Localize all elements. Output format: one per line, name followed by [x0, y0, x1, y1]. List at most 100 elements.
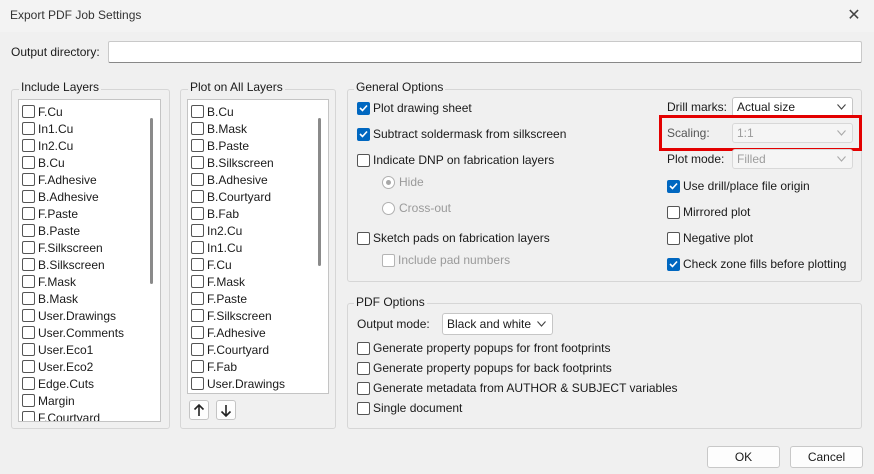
include-layer-item[interactable]: Margin: [22, 392, 75, 409]
include-layer-item[interactable]: F.Mask: [22, 273, 76, 290]
layer-checkbox[interactable]: [22, 275, 35, 288]
layer-checkbox[interactable]: [22, 258, 35, 271]
include-layer-item[interactable]: User.Eco2: [22, 358, 93, 375]
layer-checkbox[interactable]: [191, 275, 204, 288]
include-layer-item[interactable]: F.Silkscreen: [22, 239, 103, 256]
layer-checkbox[interactable]: [22, 377, 35, 390]
include-layer-item[interactable]: User.Drawings: [22, 307, 116, 324]
layer-checkbox[interactable]: [22, 173, 35, 186]
close-icon[interactable]: ✕: [844, 6, 864, 26]
layer-checkbox[interactable]: [191, 343, 204, 356]
include-layer-item[interactable]: B.Paste: [22, 222, 80, 239]
checkbox-box[interactable]: [667, 179, 680, 193]
checkbox-box[interactable]: [357, 101, 370, 115]
include-layer-item[interactable]: F.Courtyard: [22, 409, 100, 421]
checkbox-box[interactable]: [357, 341, 370, 355]
layer-checkbox[interactable]: [191, 377, 204, 390]
metadata-checkbox[interactable]: Generate metadata from AUTHOR & SUBJECT …: [357, 380, 678, 396]
layer-checkbox[interactable]: [191, 241, 204, 254]
checkbox-box[interactable]: [357, 127, 370, 141]
output-directory-input[interactable]: [108, 41, 862, 63]
checkbox-box[interactable]: [357, 231, 370, 245]
layer-checkbox[interactable]: [191, 258, 204, 271]
layer-checkbox[interactable]: [191, 105, 204, 118]
layer-checkbox[interactable]: [22, 105, 35, 118]
include-layer-item[interactable]: B.Adhesive: [22, 188, 99, 205]
layer-checkbox[interactable]: [191, 190, 204, 203]
include-layer-item[interactable]: F.Paste: [22, 205, 78, 222]
check-zone-fills-checkbox[interactable]: Check zone fills before plotting: [667, 256, 846, 272]
layer-checkbox[interactable]: [22, 139, 35, 152]
layer-checkbox[interactable]: [191, 360, 204, 373]
plot-all-layer-item[interactable]: B.Silkscreen: [191, 154, 274, 171]
ok-button[interactable]: OK: [707, 446, 780, 468]
checkbox-box[interactable]: [357, 401, 370, 415]
include-layer-item[interactable]: F.Cu: [22, 103, 63, 120]
checkbox-box[interactable]: [357, 153, 370, 167]
layer-checkbox[interactable]: [22, 326, 35, 339]
back-popups-checkbox[interactable]: Generate property popups for back footpr…: [357, 360, 612, 376]
checkbox-box[interactable]: [667, 257, 680, 271]
plot-all-layer-item[interactable]: B.Courtyard: [191, 188, 271, 205]
plot-all-layer-item[interactable]: F.Paste: [191, 290, 247, 307]
output-mode-select[interactable]: Black and white: [442, 313, 553, 335]
layer-checkbox[interactable]: [22, 241, 35, 254]
cancel-button[interactable]: Cancel: [790, 446, 863, 468]
layer-checkbox[interactable]: [22, 207, 35, 220]
include-layer-item[interactable]: User.Comments: [22, 324, 124, 341]
layer-checkbox[interactable]: [191, 292, 204, 305]
include-layer-item[interactable]: In2.Cu: [22, 137, 73, 154]
include-layers-list[interactable]: F.Cu In1.Cu In2.Cu B.Cu F.Adhesive B.Adhesive…: [18, 99, 161, 422]
layer-checkbox[interactable]: [191, 122, 204, 135]
plot-all-layer-item[interactable]: F.Courtyard: [191, 341, 269, 358]
plot-all-layer-item[interactable]: F.Silkscreen: [191, 307, 272, 324]
checkbox-box[interactable]: [382, 253, 395, 267]
mirrored-plot-checkbox[interactable]: Mirrored plot: [667, 204, 750, 220]
layer-checkbox[interactable]: [22, 394, 35, 407]
single-document-checkbox[interactable]: Single document: [357, 400, 462, 416]
layer-checkbox[interactable]: [22, 224, 35, 237]
include-layer-item[interactable]: User.Eco1: [22, 341, 93, 358]
subtract-soldermask-checkbox[interactable]: Subtract soldermask from silkscreen: [357, 126, 566, 142]
include-layer-item[interactable]: In1.Cu: [22, 120, 73, 137]
layer-checkbox[interactable]: [22, 343, 35, 356]
checkbox-box[interactable]: [667, 205, 680, 219]
layer-checkbox[interactable]: [22, 190, 35, 203]
plot-all-layer-item[interactable]: F.Cu: [191, 256, 232, 273]
checkbox-box[interactable]: [357, 381, 370, 395]
plot-all-layer-item[interactable]: F.Fab: [191, 358, 237, 375]
layer-checkbox[interactable]: [22, 411, 35, 421]
dnp-crossout-radio[interactable]: Cross-out: [382, 200, 451, 216]
plot-all-layer-item[interactable]: In1.Cu: [191, 239, 242, 256]
plot-all-layer-item[interactable]: B.Fab: [191, 205, 239, 222]
layer-checkbox[interactable]: [22, 156, 35, 169]
include-layer-item[interactable]: B.Silkscreen: [22, 256, 105, 273]
plot-all-layer-item[interactable]: B.Adhesive: [191, 171, 268, 188]
checkbox-box[interactable]: [667, 231, 680, 245]
layer-checkbox[interactable]: [191, 224, 204, 237]
include-layer-item[interactable]: B.Cu: [22, 154, 65, 171]
front-popups-checkbox[interactable]: Generate property popups for front footp…: [357, 340, 610, 356]
include-layer-item[interactable]: Edge.Cuts: [22, 375, 94, 392]
sketch-pads-checkbox[interactable]: Sketch pads on fabrication layers: [357, 230, 550, 246]
plot-mode-select[interactable]: Filled: [732, 149, 853, 169]
plot-all-layer-item[interactable]: B.Mask: [191, 120, 247, 137]
layer-checkbox[interactable]: [22, 360, 35, 373]
plot-all-layer-item[interactable]: F.Mask: [191, 273, 245, 290]
layer-checkbox[interactable]: [22, 309, 35, 322]
plot-drawing-sheet-checkbox[interactable]: Plot drawing sheet: [357, 100, 472, 116]
include-layer-item[interactable]: B.Mask: [22, 290, 78, 307]
layer-checkbox[interactable]: [22, 292, 35, 305]
plot-all-layer-item[interactable]: B.Cu: [191, 103, 234, 120]
layer-checkbox[interactable]: [191, 173, 204, 186]
layer-checkbox[interactable]: [191, 326, 204, 339]
include-layer-item[interactable]: F.Adhesive: [22, 171, 97, 188]
plot-all-layers-scrollbar[interactable]: [318, 118, 321, 266]
include-layers-scrollbar[interactable]: [150, 118, 153, 284]
include-pad-numbers-checkbox[interactable]: Include pad numbers: [382, 252, 510, 268]
negative-plot-checkbox[interactable]: Negative plot: [667, 230, 753, 246]
plot-all-layer-item[interactable]: In2.Cu: [191, 222, 242, 239]
move-down-button[interactable]: [216, 400, 236, 420]
layer-checkbox[interactable]: [191, 139, 204, 152]
drill-marks-select[interactable]: Actual size: [732, 97, 853, 117]
